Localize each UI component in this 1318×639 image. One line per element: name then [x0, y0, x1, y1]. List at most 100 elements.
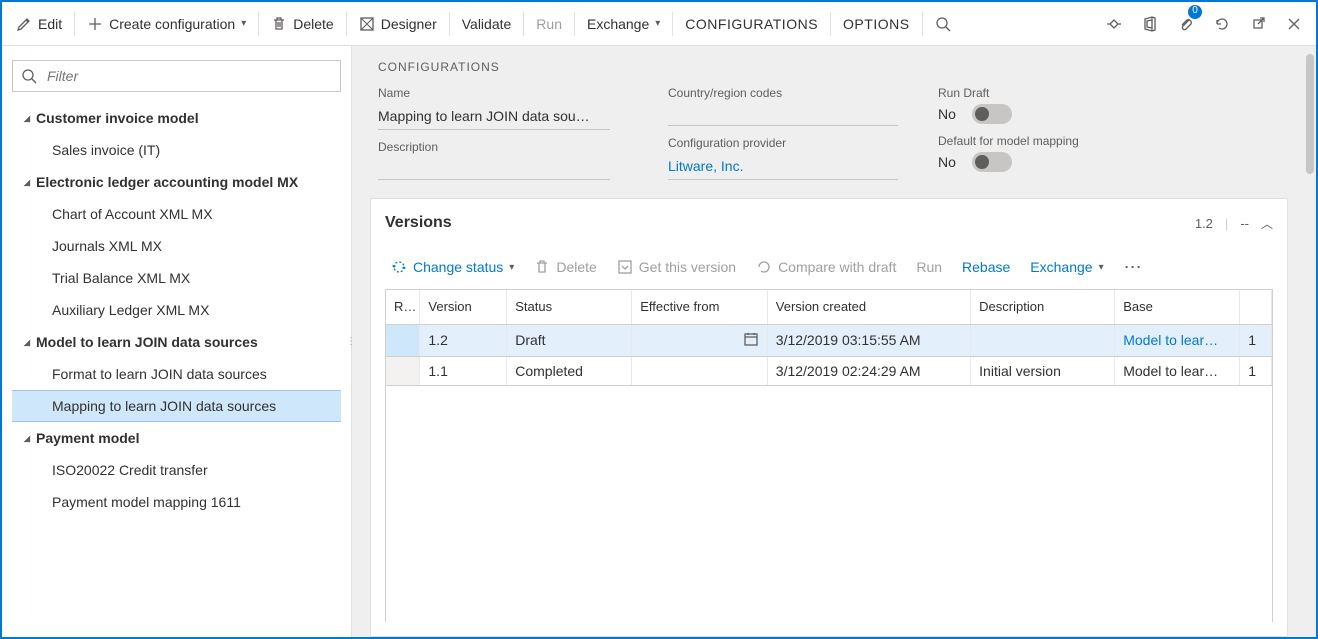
- version-delete-button: Delete: [526, 255, 604, 279]
- tree-child[interactable]: ISO20022 Credit transfer: [12, 454, 341, 486]
- tree-child[interactable]: Auxiliary Ledger XML MX: [12, 294, 341, 326]
- cell-created: 3/12/2019 03:15:55 AM: [767, 324, 970, 356]
- configuration-tree: ◢Customer invoice modelSales invoice (IT…: [12, 102, 341, 518]
- name-value[interactable]: Mapping to learn JOIN data sou…: [378, 104, 610, 130]
- tree-child[interactable]: Sales invoice (IT): [12, 134, 341, 166]
- column-header[interactable]: Status: [507, 290, 632, 324]
- tree-child[interactable]: Payment model mapping 1611: [12, 486, 341, 518]
- tree-parent[interactable]: ◢Model to learn JOIN data sources: [12, 326, 341, 358]
- cell-version: 1.1: [420, 356, 507, 385]
- delete-button[interactable]: Delete: [261, 2, 343, 45]
- tree-child[interactable]: Format to learn JOIN data sources: [12, 358, 341, 390]
- tree-parent[interactable]: ◢Payment model: [12, 422, 341, 454]
- scrollbar[interactable]: [1304, 54, 1314, 637]
- cell-created: 3/12/2019 02:24:29 AM: [767, 356, 970, 385]
- more-button[interactable]: ⋯: [1116, 257, 1152, 278]
- close-button[interactable]: [1276, 2, 1312, 45]
- table-row[interactable]: 1.1Completed 3/12/2019 02:24:29 AMInitial…: [386, 356, 1272, 385]
- exchange-button[interactable]: Exchange ▾: [577, 2, 670, 45]
- rebase-button[interactable]: Rebase: [954, 255, 1018, 279]
- tree-parent[interactable]: ◢Customer invoice model: [12, 102, 341, 134]
- chevron-down-icon: ▾: [655, 18, 660, 29]
- column-header[interactable]: R…: [386, 290, 420, 324]
- column-header[interactable]: Version: [420, 290, 507, 324]
- create-configuration-button[interactable]: Create configuration ▾: [77, 2, 256, 45]
- search-button[interactable]: [925, 2, 961, 45]
- change-status-button[interactable]: Change status ▾: [383, 255, 522, 279]
- provider-link[interactable]: Litware, Inc.: [668, 154, 898, 180]
- column-header[interactable]: [1240, 290, 1272, 324]
- sidebar: ◢Customer invoice modelSales invoice (IT…: [2, 46, 352, 637]
- tree-child[interactable]: Mapping to learn JOIN data sources: [12, 390, 341, 422]
- tree-label: Payment model mapping 1611: [52, 494, 241, 510]
- column-header[interactable]: Base: [1115, 290, 1240, 324]
- calendar-icon: [743, 331, 759, 347]
- tree-parent[interactable]: ◢Electronic ledger accounting model MX: [12, 166, 341, 198]
- attachments-button[interactable]: 0: [1168, 2, 1204, 45]
- run-draft-toggle[interactable]: [972, 104, 1012, 124]
- plus-icon: [87, 16, 103, 32]
- tree-label: Customer invoice model: [36, 110, 199, 126]
- cell-basev: 1: [1240, 324, 1272, 356]
- splitter-handle[interactable]: ⋮: [346, 340, 356, 344]
- app-toolbar: Edit Create configuration ▾ Delete Desig…: [2, 2, 1316, 46]
- caret-icon: ◢: [18, 178, 36, 187]
- column-header[interactable]: Effective from: [632, 290, 768, 324]
- connector-icon-button[interactable]: [1096, 2, 1132, 45]
- cell-description: Initial version: [971, 356, 1115, 385]
- attachments-badge: 0: [1188, 5, 1202, 19]
- field-group: Name Mapping to learn JOIN data sou… Des…: [370, 86, 1298, 194]
- filter-input[interactable]: [45, 67, 332, 85]
- tree-label: Auxiliary Ledger XML MX: [52, 302, 209, 318]
- tree-label: Journals XML MX: [52, 238, 162, 254]
- tree-label: Mapping to learn JOIN data sources: [52, 398, 276, 414]
- versions-dash: --: [1240, 216, 1249, 231]
- versions-current: 1.2: [1195, 216, 1213, 231]
- default-mapping-toggle[interactable]: [972, 152, 1012, 172]
- configurations-menu[interactable]: CONFIGURATIONS: [675, 2, 828, 45]
- versions-title: Versions: [385, 214, 1195, 232]
- pencil-icon: [16, 16, 32, 32]
- cell-base[interactable]: Model to lear…: [1115, 324, 1240, 356]
- refresh-icon: [1214, 16, 1230, 32]
- column-header[interactable]: Version created: [767, 290, 970, 324]
- tree-child[interactable]: Chart of Account XML MX: [12, 198, 341, 230]
- tree-label: Electronic ledger accounting model MX: [36, 174, 298, 190]
- default-mapping-value: No: [938, 154, 956, 170]
- versions-panel: Versions 1.2 | -- ︿ Change status ▾ Dele…: [370, 198, 1288, 637]
- designer-button[interactable]: Designer: [349, 2, 447, 45]
- edit-button[interactable]: Edit: [6, 2, 72, 45]
- popout-button[interactable]: [1240, 2, 1276, 45]
- cell-status: Completed: [507, 356, 632, 385]
- collapse-icon[interactable]: ︿: [1261, 215, 1273, 232]
- trash-icon: [534, 259, 550, 275]
- office-button[interactable]: [1132, 2, 1168, 45]
- caret-icon: ◢: [18, 114, 36, 123]
- version-exchange-button[interactable]: Exchange ▾: [1022, 255, 1111, 279]
- tree-label: Chart of Account XML MX: [52, 206, 213, 222]
- country-value[interactable]: [668, 104, 898, 126]
- options-menu[interactable]: OPTIONS: [833, 2, 920, 45]
- tree-label: Trial Balance XML MX: [52, 270, 190, 286]
- cell-effective[interactable]: [632, 356, 768, 385]
- cell-r: [386, 356, 420, 385]
- tree-child[interactable]: Trial Balance XML MX: [12, 262, 341, 294]
- filter-box[interactable]: [12, 60, 341, 92]
- tree-child[interactable]: Journals XML MX: [12, 230, 341, 262]
- designer-icon: [359, 16, 375, 32]
- details-pane: ⋮ CONFIGURATIONS Name Mapping to learn J…: [352, 46, 1316, 637]
- close-icon: [1286, 16, 1302, 32]
- column-header[interactable]: Description: [971, 290, 1115, 324]
- table-row[interactable]: 1.2Draft3/12/2019 03:15:55 AMModel to le…: [386, 324, 1272, 356]
- cell-effective[interactable]: [632, 324, 768, 356]
- tree-label: Model to learn JOIN data sources: [36, 334, 258, 350]
- provider-field: Configuration provider Litware, Inc.: [668, 136, 898, 180]
- name-field: Name Mapping to learn JOIN data sou…: [378, 86, 628, 130]
- cycle-icon: [391, 259, 407, 275]
- tree-label: Sales invoice (IT): [52, 142, 160, 158]
- chevron-down-icon: ▾: [241, 18, 246, 29]
- validate-button[interactable]: Validate: [452, 2, 522, 45]
- tree-label: Format to learn JOIN data sources: [52, 366, 267, 382]
- refresh-button[interactable]: [1204, 2, 1240, 45]
- description-value[interactable]: [378, 158, 610, 180]
